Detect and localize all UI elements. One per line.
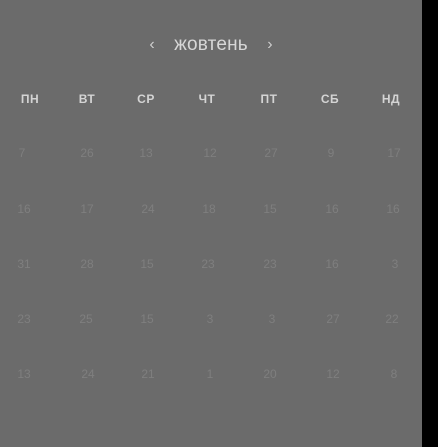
day-cell[interactable]: 15 bbox=[117, 257, 177, 271]
weekday-sun: НД bbox=[381, 92, 401, 106]
day-cell[interactable]: 8 bbox=[364, 367, 424, 381]
day-cell[interactable]: 3 bbox=[180, 312, 240, 326]
day-cell[interactable]: 3 bbox=[242, 312, 302, 326]
day-cell[interactable]: 12 bbox=[180, 146, 240, 160]
day-cell[interactable]: 31 bbox=[0, 257, 54, 271]
day-cell[interactable]: 16 bbox=[302, 257, 362, 271]
day-cell[interactable]: 24 bbox=[58, 367, 118, 381]
day-cell[interactable]: 22 bbox=[362, 312, 422, 326]
weekday-header-row: ПН ВТ СР ЧТ ПТ СБ НД bbox=[0, 92, 422, 112]
day-cell[interactable]: 23 bbox=[0, 312, 54, 326]
calendar-header: ‹ жовтень › bbox=[0, 30, 422, 60]
day-cell[interactable]: 13 bbox=[116, 146, 176, 160]
day-cell[interactable]: 9 bbox=[301, 146, 361, 160]
day-cell[interactable]: 26 bbox=[57, 146, 117, 160]
day-cell[interactable]: 16 bbox=[363, 202, 423, 216]
day-cell[interactable]: 17 bbox=[364, 146, 424, 160]
day-cell[interactable]: 27 bbox=[303, 312, 363, 326]
next-month-icon[interactable]: › bbox=[262, 36, 278, 54]
day-cell[interactable]: 18 bbox=[179, 202, 239, 216]
day-cell[interactable]: 27 bbox=[241, 146, 301, 160]
weekday-tue: ВТ bbox=[78, 92, 96, 106]
day-cell[interactable]: 1 bbox=[180, 367, 240, 381]
day-cell[interactable]: 17 bbox=[57, 202, 117, 216]
calendar-panel: ‹ жовтень › ПН ВТ СР ЧТ ПТ СБ НД 7 26 13… bbox=[0, 0, 422, 447]
day-cell[interactable]: 23 bbox=[178, 257, 238, 271]
day-grid: 7 26 13 12 27 9 17 16 17 24 18 15 16 16 … bbox=[0, 140, 422, 390]
weekday-wed: СР bbox=[137, 92, 155, 106]
weekday-thu: ЧТ bbox=[198, 92, 216, 106]
day-cell[interactable]: 13 bbox=[0, 367, 54, 381]
day-cell[interactable]: 7 bbox=[0, 146, 52, 160]
previous-month-icon[interactable]: ‹ bbox=[144, 36, 160, 54]
day-cell[interactable]: 12 bbox=[303, 367, 363, 381]
day-cell[interactable]: 15 bbox=[117, 312, 177, 326]
day-cell[interactable]: 3 bbox=[365, 257, 425, 271]
day-cell[interactable]: 20 bbox=[240, 367, 300, 381]
weekday-sat: СБ bbox=[320, 92, 340, 106]
weekday-mon: ПН bbox=[20, 92, 40, 106]
day-cell[interactable]: 25 bbox=[56, 312, 116, 326]
day-cell[interactable]: 16 bbox=[0, 202, 54, 216]
day-cell[interactable]: 15 bbox=[240, 202, 300, 216]
day-cell[interactable]: 16 bbox=[302, 202, 362, 216]
month-title: жовтень bbox=[174, 34, 248, 55]
day-cell[interactable]: 24 bbox=[118, 202, 178, 216]
weekday-fri: ПТ bbox=[260, 92, 278, 106]
day-cell[interactable]: 23 bbox=[240, 257, 300, 271]
day-cell[interactable]: 21 bbox=[118, 367, 178, 381]
day-cell[interactable]: 28 bbox=[57, 257, 117, 271]
